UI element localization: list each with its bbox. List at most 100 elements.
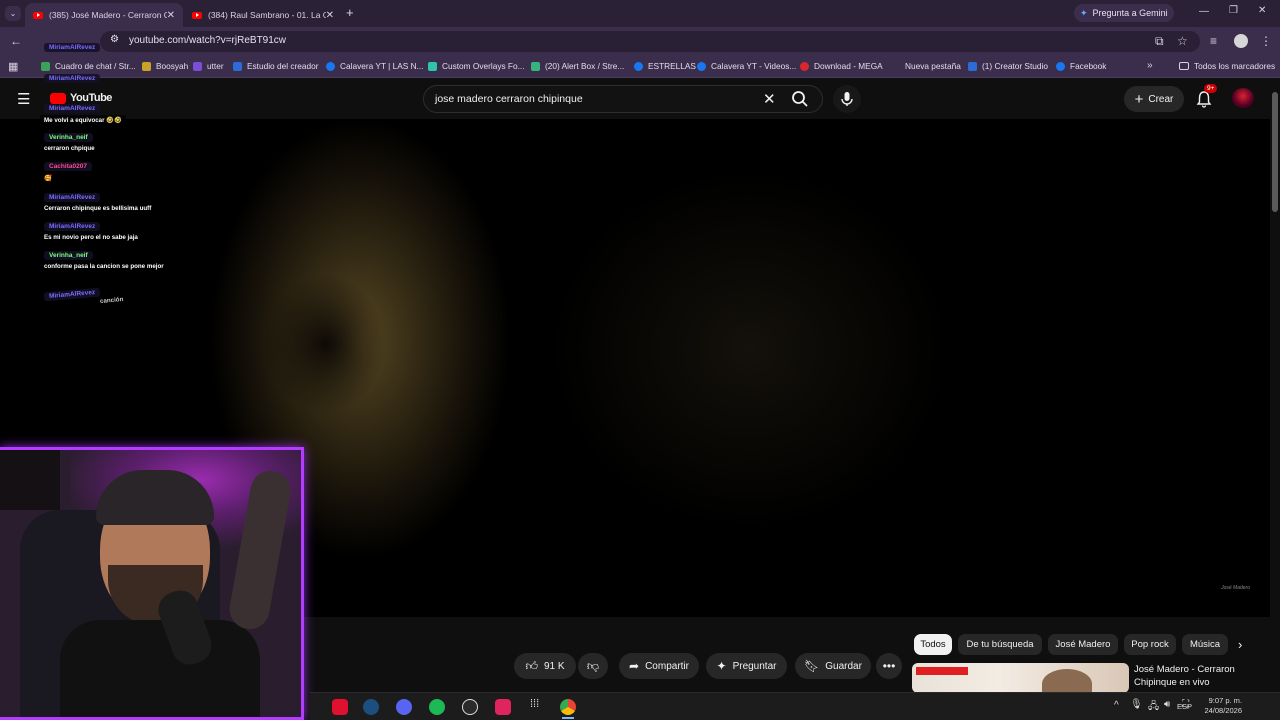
search-icon <box>792 91 808 107</box>
recommended-video-title[interactable]: José Madero - Cerraron Chipinque en vivo <box>1134 663 1235 689</box>
hamburger-menu-icon[interactable]: ☰ <box>17 90 30 108</box>
tab-cerraron-chipinque[interactable]: (385) José Madero - Cerraron Ch ✕ <box>25 3 183 27</box>
chrome-active-indicator <box>562 717 574 719</box>
chrome-icon[interactable] <box>560 699 576 715</box>
chat-username: MiriamAlRevez <box>44 74 101 83</box>
notifications-button[interactable]: 9+ <box>1196 84 1218 113</box>
chat-message: conforme pasa la cancion se pone mejor <box>40 262 168 271</box>
chip-de-tu-busqueda[interactable]: De tu búsqueda <box>958 634 1042 655</box>
app-launcher-icon[interactable]: ⁞⁞⁞ <box>530 698 539 710</box>
steam-icon[interactable] <box>363 699 379 715</box>
ask-label: Preguntar <box>732 660 777 672</box>
network-tray-icon[interactable]: 🖧︎ <box>1148 699 1159 716</box>
input-language[interactable]: ESP <box>1177 702 1192 711</box>
more-actions-button[interactable]: ••• <box>876 653 902 679</box>
apps-grid-icon[interactable]: ▦ <box>8 60 18 73</box>
streamlabs-icon[interactable] <box>495 699 511 715</box>
media-controls-icon[interactable]: ≡ <box>1210 34 1217 48</box>
discord-icon[interactable] <box>396 699 412 715</box>
all-bookmarks-folder[interactable]: Todos los marcadores <box>1179 61 1275 71</box>
tab-title: (385) José Madero - Cerraron Ch <box>49 10 167 20</box>
close-tab-icon[interactable]: ✕ <box>326 10 334 21</box>
bookmark-item[interactable]: Facebook <box>1056 61 1106 71</box>
chip-todos[interactable]: Todos <box>914 634 952 655</box>
ask-button[interactable]: ✦ Preguntar <box>706 653 787 679</box>
close-window-button[interactable]: ✕ <box>1258 5 1266 16</box>
spotify-icon[interactable] <box>429 699 445 715</box>
search-query: jose madero cerraron chipinque <box>435 93 583 105</box>
gemini-label: Pregunta a Gemini <box>1092 8 1168 18</box>
bookmark-item[interactable]: Estudio del creador <box>233 61 319 71</box>
chat-username: MiriamAlRevez <box>44 193 101 202</box>
recommended-video-thumbnail[interactable] <box>912 663 1129 693</box>
volume-tray-icon[interactable]: 🔊︎ <box>1164 699 1170 710</box>
bookmark-icon: 🔖︎ <box>804 659 820 673</box>
like-count: 91 K <box>543 660 565 672</box>
close-tab-icon[interactable]: ✕ <box>167 10 175 21</box>
bookmark-item[interactable]: ESTRELLAS <box>634 61 696 71</box>
webcam-shelf <box>0 450 60 510</box>
bookmark-favicon-icon <box>233 61 242 71</box>
chevron-right-icon[interactable]: › <box>1238 637 1242 652</box>
bookmark-item[interactable]: Custom Overlays Fo... <box>428 61 525 71</box>
chat-username: MiriamAlRevez <box>44 222 101 231</box>
bookmark-item[interactable]: (20) Alert Box / Stre... <box>531 61 624 71</box>
chip-jose-madero[interactable]: José Madero <box>1048 634 1118 655</box>
minimize-button[interactable]: — <box>1199 6 1209 17</box>
chat-username: MiriamAlRevez <box>44 43 101 52</box>
thumbs-up-icon: 👍︎ <box>525 658 538 673</box>
bookmark-item[interactable]: Calavera YT | LAS N... <box>326 61 423 71</box>
thumbnail-person <box>1042 669 1092 693</box>
tab-search-button[interactable]: ⌄ <box>5 6 21 21</box>
microphone-tray-icon[interactable]: 🎙︎ <box>1130 699 1143 710</box>
youtube-favicon-icon <box>33 11 43 19</box>
search-button[interactable] <box>791 90 809 108</box>
scrollbar-thumb[interactable] <box>1272 92 1278 212</box>
tiktok-icon[interactable] <box>332 699 348 715</box>
obs-icon[interactable] <box>462 699 478 715</box>
recommended-title-line: Chipinque en vivo <box>1134 677 1210 688</box>
bookmark-item[interactable]: Nueva pestaña <box>905 61 961 71</box>
bookmark-item[interactable]: Calavera YT - Videos... <box>697 61 796 71</box>
facebook-icon <box>326 61 335 71</box>
chat-username: Verinha_neif <box>44 133 93 142</box>
page-scrollbar[interactable] <box>1270 82 1280 694</box>
account-avatar[interactable] <box>1232 88 1254 108</box>
back-arrow-icon[interactable]: ← <box>10 34 22 48</box>
video-frame-skull-shadow <box>260 269 390 419</box>
create-button[interactable]: + Crear <box>1124 86 1184 112</box>
chat-username: Verinha_neif <box>44 251 93 260</box>
show-hidden-icons[interactable]: ^ <box>1114 700 1119 711</box>
chip-pop-rock[interactable]: Pop rock <box>1124 634 1176 655</box>
bookmark-item[interactable]: Download - MEGA <box>800 61 883 71</box>
chrome-menu-icon[interactable]: ⋮ <box>1260 34 1272 48</box>
clock-date: 24/08/2026 <box>1204 706 1242 715</box>
restore-button[interactable]: ❐ <box>1229 5 1238 16</box>
notification-count-badge: 9+ <box>1204 84 1218 93</box>
chat-message: Cerraron chipinque es bellisima uuff <box>40 204 156 213</box>
mega-icon <box>800 61 809 71</box>
bookmark-item[interactable]: (1) Creator Studio <box>968 61 1048 71</box>
more-horizontal-icon: ••• <box>882 659 896 673</box>
bookmark-star-icon[interactable]: ☆ <box>1177 34 1188 48</box>
clear-search-icon[interactable]: ✕ <box>763 90 776 108</box>
more-bookmarks-icon[interactable]: » <box>1147 60 1153 71</box>
bookmark-favicon-icon <box>968 61 977 71</box>
create-label: Crear <box>1148 93 1174 105</box>
install-app-icon[interactable]: ⧉ <box>1155 34 1164 48</box>
new-tab-button[interactable]: + <box>346 5 354 20</box>
address-bar[interactable]: ⚙ youtube.com/watch?v=rjReBT91cw <box>100 31 1200 52</box>
like-button[interactable]: 👍︎ 91 K <box>514 653 576 679</box>
dislike-button[interactable]: 👎︎ <box>578 653 608 679</box>
voice-search-button[interactable] <box>833 85 861 113</box>
search-input[interactable]: jose madero cerraron chipinque ✕ <box>423 85 823 113</box>
save-button[interactable]: 🔖︎ Guardar <box>795 653 871 679</box>
share-button[interactable]: ➦ Compartir <box>619 653 699 679</box>
microphone-icon <box>841 92 853 106</box>
profile-avatar[interactable] <box>1234 34 1248 48</box>
chip-musica[interactable]: Música <box>1182 634 1228 655</box>
tab-raul-sambrano[interactable]: (384) Raul Sambrano - 01. La Gu ✕ <box>184 3 342 27</box>
gemini-button[interactable]: ✦ Pregunta a Gemini <box>1074 4 1174 22</box>
clock[interactable]: 9:07 p. m. 24/08/2026 <box>1198 696 1242 716</box>
folder-icon <box>1179 62 1189 70</box>
